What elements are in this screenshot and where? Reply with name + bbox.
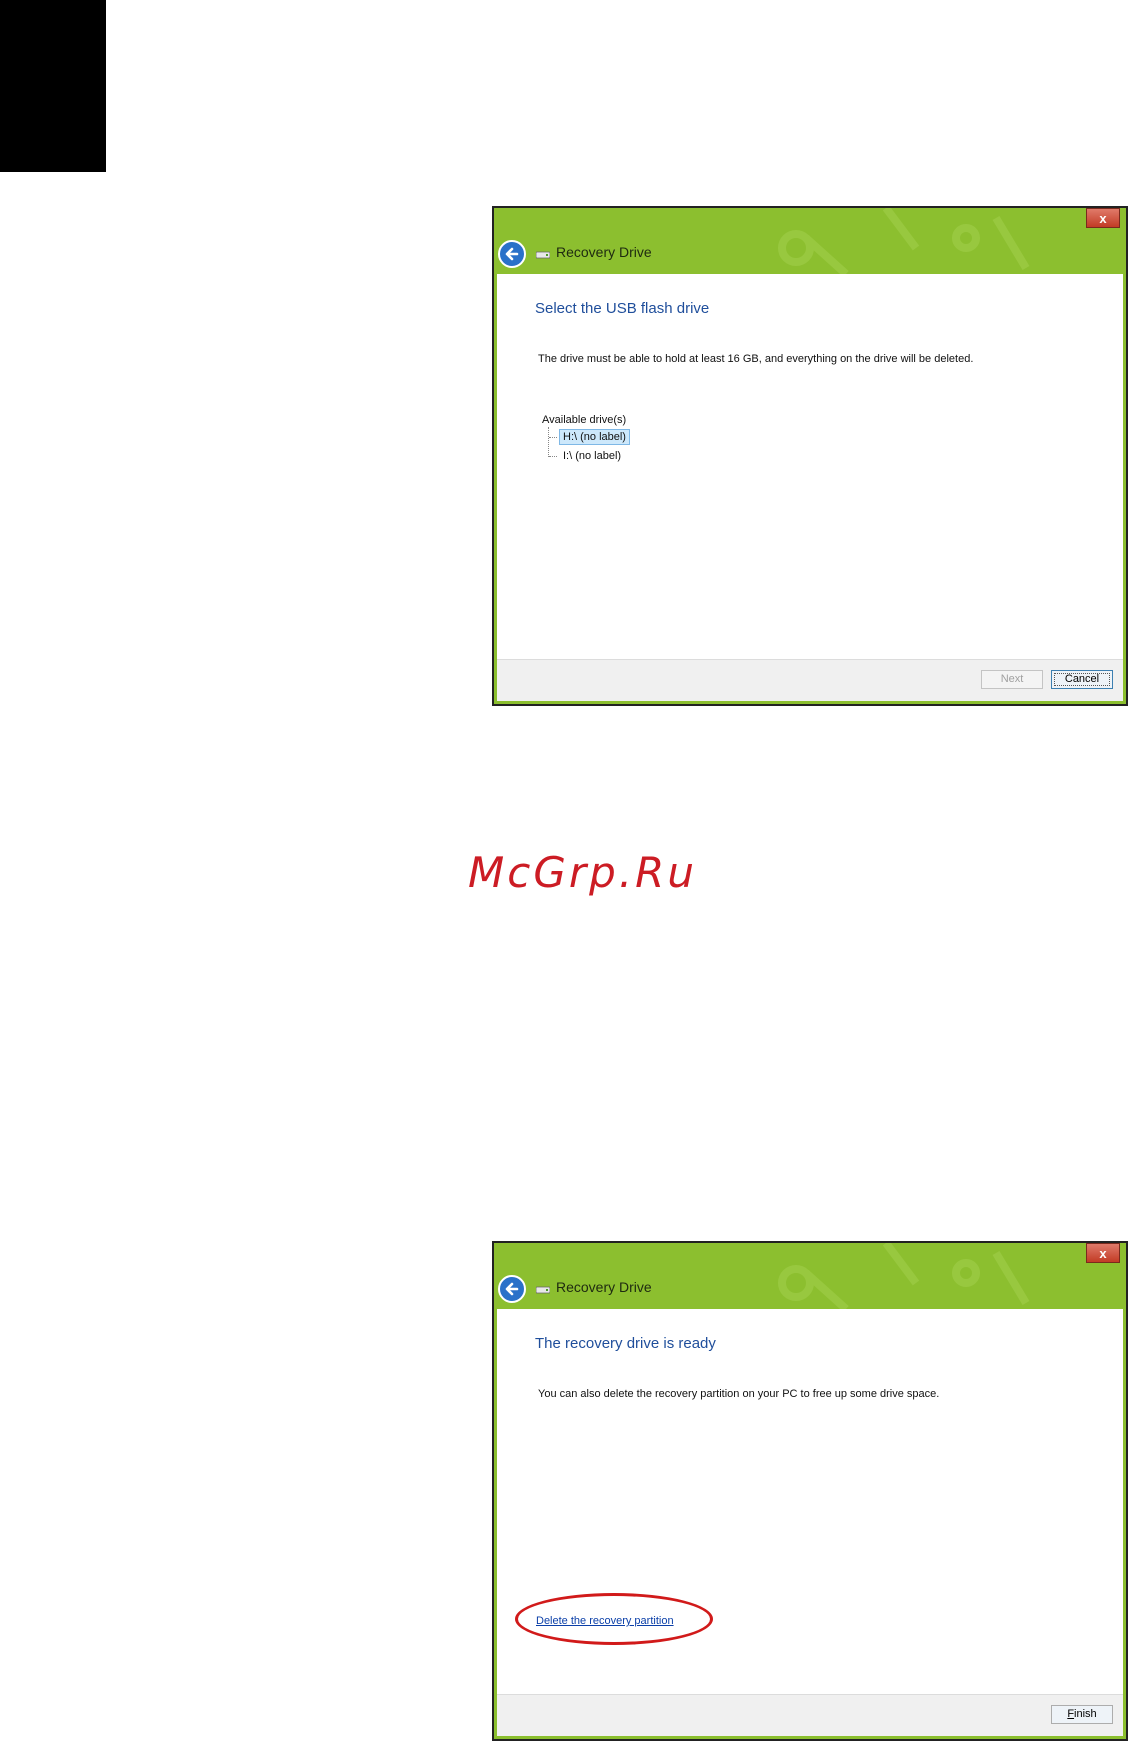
page-heading: The recovery drive is ready: [535, 1335, 716, 1352]
window-title: Recovery Drive: [556, 1279, 652, 1295]
close-button[interactable]: x: [1086, 1243, 1120, 1263]
page-tab-marker: [0, 0, 106, 172]
delete-recovery-partition-link[interactable]: Delete the recovery partition: [536, 1615, 674, 1627]
dialog-footer: Next Cancel: [497, 659, 1123, 701]
available-drives-label: Available drive(s): [542, 414, 627, 426]
cancel-button[interactable]: Cancel: [1051, 670, 1113, 689]
back-button[interactable]: [498, 240, 526, 268]
tree-line: [548, 427, 549, 457]
page-heading: Select the USB flash drive: [535, 300, 710, 317]
close-button[interactable]: x: [1086, 208, 1120, 228]
background-tools-decoration: [778, 208, 1030, 274]
drive-item-h[interactable]: H:\ (no label): [559, 429, 630, 445]
instruction-text: The drive must be able to hold at least …: [538, 353, 974, 365]
back-arrow-icon: [505, 1282, 519, 1296]
title-bar: x Recovery Drive: [494, 1243, 1126, 1309]
usb-drive-icon: [536, 251, 550, 259]
next-button[interactable]: Next: [981, 670, 1043, 689]
back-button[interactable]: [498, 1275, 526, 1303]
usb-drive-icon: [536, 1286, 550, 1294]
finish-button[interactable]: Finish: [1051, 1705, 1113, 1724]
dialog-footer: Finish: [497, 1694, 1123, 1736]
drive-item-i[interactable]: I:\ (no label): [559, 448, 625, 464]
dialog-content: The recovery drive is ready You can also…: [497, 1309, 1123, 1695]
recovery-drive-dialog-ready: x Recovery Drive The recovery drive is r…: [492, 1241, 1128, 1741]
title-bar: x Recovery Drive: [494, 208, 1126, 274]
tree-line: [549, 456, 557, 457]
watermark: McGrp.Ru: [468, 848, 697, 897]
back-arrow-icon: [505, 247, 519, 261]
dialog-content: Select the USB flash drive The drive mus…: [497, 274, 1123, 660]
recovery-drive-dialog-select: x Recovery Drive Select the USB flash dr…: [492, 206, 1128, 706]
window-title: Recovery Drive: [556, 244, 652, 260]
background-tools-decoration: [778, 1243, 1030, 1309]
tree-line: [549, 437, 557, 438]
instruction-text: You can also delete the recovery partiti…: [538, 1388, 940, 1400]
